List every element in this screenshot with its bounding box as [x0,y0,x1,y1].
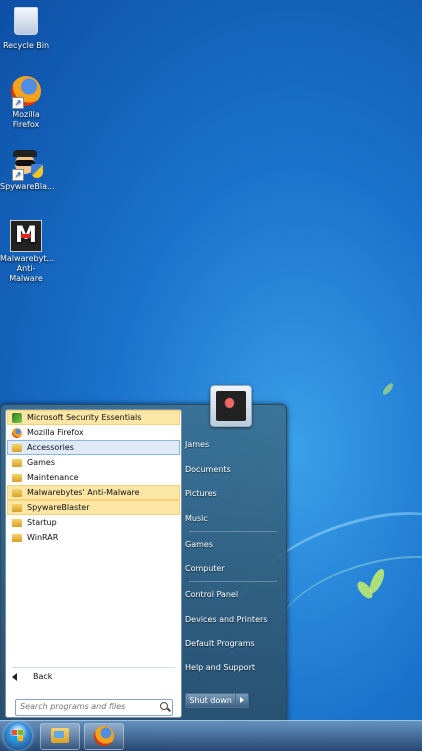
folder-icon [12,444,22,452]
folder-icon [12,489,22,497]
folder-icon [12,459,22,467]
desktop-icon-recycle-bin[interactable]: Recycle Bin [0,4,52,51]
taskbar-button-explorer[interactable] [40,723,80,750]
shutdown-options-arrow-icon[interactable] [236,693,249,708]
shutdown-control: Shut down [185,693,249,708]
shortcut-arrow-icon: ↗ [12,169,24,181]
program-label: SpywareBlaster [27,503,90,512]
back-button[interactable]: Back [12,672,52,681]
folder-icon [12,474,22,482]
divider [189,581,277,582]
program-label: Mozilla Firefox [27,428,84,437]
malwarebytes-icon: M [10,220,42,252]
right-item-pictures[interactable]: Pictures [185,489,281,498]
security-essentials-icon [12,412,22,423]
back-label: Back [33,672,53,681]
search-input[interactable] [20,700,148,713]
folder-icon [12,519,22,527]
right-item-help-and-support[interactable]: Help and Support [185,663,281,672]
start-menu: Microsoft Security Essentials Mozilla Fi… [0,404,287,722]
program-folder-startup[interactable]: Startup [7,515,180,530]
folder-icon [12,504,22,512]
program-label: Games [27,458,55,467]
user-avatar[interactable] [210,385,252,427]
windows-logo-icon [12,730,24,742]
recycle-bin-icon [14,7,38,35]
program-folder-maintenance[interactable]: Maintenance [7,470,180,485]
right-item-james[interactable]: James [185,440,281,449]
desktop-icon-firefox[interactable]: ↗ Mozilla Firefox [0,76,52,130]
right-item-music[interactable]: Music [185,514,281,523]
program-item-firefox[interactable]: Mozilla Firefox [7,425,180,440]
program-label: Malwarebytes' Anti-Malware [27,488,140,497]
desktop-icon-label: SpywareBla... [0,182,55,191]
desktop-icon-label: Malwarebyt... Anti-Malware [0,254,55,283]
desktop-icon-label: Mozilla Firefox [0,110,52,130]
shortcut-arrow-icon: ↗ [12,97,24,109]
folder-icon [12,534,22,542]
program-item-security-essentials[interactable]: Microsoft Security Essentials [7,410,180,425]
desktop-icon-malwarebytes[interactable]: M Malwarebyt... Anti-Malware [0,220,55,284]
program-label: Maintenance [27,473,79,482]
desktop-icon-label: Recycle Bin [2,41,50,50]
back-arrow-icon [12,672,17,681]
program-folder-malwarebytes[interactable]: Malwarebytes' Anti-Malware [7,485,180,500]
firefox-icon [12,427,22,438]
divider [189,531,277,532]
program-folder-spywareblaster[interactable]: SpywareBlaster [7,500,180,515]
program-label: Accessories [27,443,74,452]
right-item-documents[interactable]: Documents [185,465,281,474]
desktop-icon-label-text: Mozilla Firefox [12,110,40,129]
taskbar [0,720,422,751]
program-folder-accessories[interactable]: Accessories [7,440,180,455]
right-item-computer[interactable]: Computer [185,564,281,573]
firefox-icon [94,726,114,746]
all-programs-list: Microsoft Security Essentials Mozilla Fi… [6,410,181,662]
search-box[interactable] [15,699,173,716]
divider [12,667,175,668]
shutdown-button[interactable]: Shut down [185,693,237,708]
taskbar-button-firefox[interactable] [84,723,124,750]
program-label: WinRAR [27,533,59,542]
right-item-games[interactable]: Games [185,540,281,549]
start-menu-programs-pane: Microsoft Security Essentials Mozilla Fi… [5,409,182,718]
program-folder-games[interactable]: Games [7,455,180,470]
program-label: Startup [27,518,57,527]
right-item-control-panel[interactable]: Control Panel [185,590,281,599]
program-folder-winrar[interactable]: WinRAR [7,530,180,545]
right-item-devices-and-printers[interactable]: Devices and Printers [185,615,281,624]
start-button[interactable] [4,722,32,750]
program-label: Microsoft Security Essentials [27,413,142,422]
desktop-icon-spywareblaster[interactable]: ↗ SpywareBla... [0,148,55,192]
windows-explorer-icon [51,728,69,743]
wallpaper-leaf [381,381,395,397]
search-icon[interactable] [160,702,168,710]
right-item-default-programs[interactable]: Default Programs [185,639,281,648]
user-picture [216,391,246,421]
